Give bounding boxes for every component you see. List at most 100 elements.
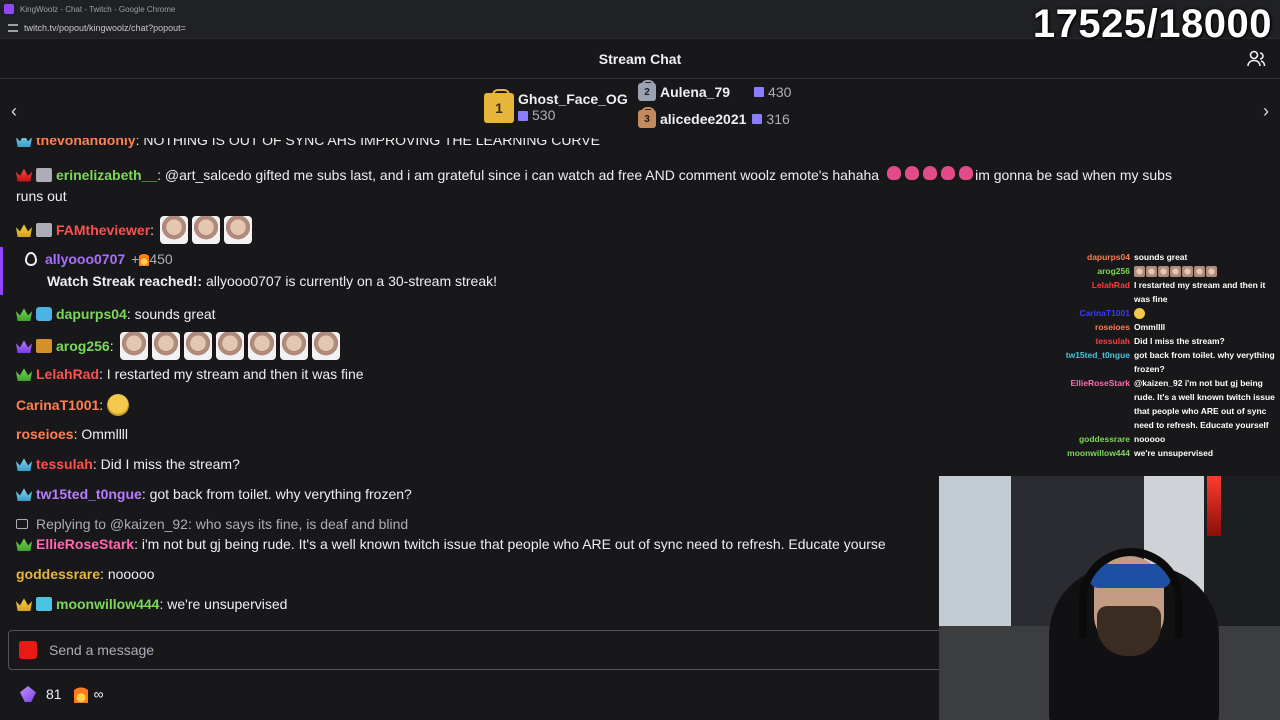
woolz-emote-icon — [1170, 266, 1181, 278]
smile-emote-icon — [107, 394, 130, 416]
chat-username[interactable]: LelahRad — [36, 366, 99, 382]
chat-username[interactable]: tw15ted_t0ngue — [36, 486, 142, 502]
reply-text: Replying to @kaizen_92: who says its fin… — [36, 516, 409, 532]
camera-icon[interactable] — [19, 641, 37, 659]
leaderboard-count: 430 — [768, 84, 792, 100]
site-settings-icon[interactable] — [8, 24, 18, 32]
woolz-emote-icon — [119, 332, 148, 360]
overlay-message: Ommllll — [1134, 322, 1166, 332]
overlay-username: dapurps04 — [1087, 252, 1130, 262]
overlay-message: sounds great — [1134, 252, 1188, 262]
red-light — [1207, 476, 1221, 536]
bits-icon[interactable] — [20, 686, 36, 702]
crown-badge-icon — [16, 458, 32, 471]
overlay-message: got back from toilet. why verything froz… — [1134, 350, 1275, 374]
chat-message-cont: runs out — [16, 188, 67, 204]
chat-message: : I restarted my stream and then it was … — [99, 366, 364, 382]
gift-icon — [754, 87, 765, 97]
crown-badge-icon — [16, 224, 32, 237]
woolz-emote-icon — [183, 332, 212, 360]
chat-message-row: erinelizabeth__ : @art_salcedo gifted me… — [16, 166, 1172, 183]
chat-username[interactable]: dapurps04 — [56, 306, 127, 322]
streak-text: allyooo0707 is currently on a 30-stream … — [202, 273, 498, 289]
gift-badge-icon — [36, 223, 52, 237]
crown-badge-icon — [16, 138, 32, 147]
chat-username[interactable]: goddessrare — [16, 566, 100, 582]
chat-username[interactable]: arog256 — [56, 338, 110, 354]
overlay-row: EllieRoseStark @kaizen_92 i'm not but gj … — [1034, 376, 1280, 432]
overlay-username: tw15ted_t0ngue — [1065, 350, 1130, 360]
woolz-emote-icon — [160, 216, 189, 244]
chat-username[interactable]: roseioes — [16, 426, 74, 442]
twitch-logo-icon — [4, 4, 14, 14]
chat-message: : sounds great — [126, 306, 216, 322]
gift-badge-icon — [36, 597, 52, 611]
reply-context[interactable]: Replying to @kaizen_92: who says its fin… — [16, 516, 408, 532]
chat-message: : — [109, 338, 114, 354]
streak-label: Watch Streak reached!: — [47, 273, 203, 289]
chevron-left-icon[interactable]: ‹ — [4, 101, 24, 121]
overlay-message: nooooo — [1134, 434, 1166, 444]
chat-message-cont: im gonna be sad when my subs — [975, 166, 1172, 183]
overlay-message: I restarted my stream and then it was fi… — [1134, 280, 1266, 304]
streamer-webcam — [939, 476, 1280, 720]
gift-icon — [752, 114, 763, 124]
gift-rank-3-icon: 3 — [638, 107, 656, 128]
chat-message-row: arog256 : — [16, 332, 344, 360]
chat-message-row: EllieRoseStark : i'm not but gj being ru… — [16, 536, 886, 552]
leaderboard-entry-1[interactable]: 1 Ghost_Face_OG 530 — [484, 89, 628, 125]
overlay-username: LelahRad — [1091, 280, 1130, 290]
overlay-row: roseioes Ommllll — [1034, 320, 1280, 334]
woolz-emote-icon — [1158, 266, 1169, 278]
chat-username[interactable]: CarinaT1001 — [16, 397, 99, 413]
crown-badge-icon — [16, 538, 32, 551]
woolz-emote-icon — [1146, 266, 1157, 278]
chat-message-wrap: runs out — [16, 188, 67, 204]
crown-badge-icon — [16, 340, 32, 353]
leaderboard-entry-3[interactable]: 3 alicedee2021 316 — [638, 107, 790, 128]
overlay-row: dapurps04 sounds great — [1034, 250, 1280, 264]
chat-message: : nooooo — [100, 566, 155, 582]
overlay-row: LelahRad I restarted my stream and then i… — [1034, 278, 1280, 306]
heart-emote-icon — [959, 166, 974, 180]
streak-points: 450 — [149, 251, 173, 267]
woolz-emote-icon — [192, 216, 221, 244]
chevron-right-icon[interactable]: › — [1256, 101, 1276, 121]
chat-username[interactable]: thevonandonly — [36, 138, 136, 148]
flame-icon[interactable] — [73, 685, 88, 703]
chat-username[interactable]: tessulah — [36, 456, 93, 472]
chat-message: : Did I miss the stream? — [92, 456, 240, 472]
chat-message-row: dapurps04 : sounds great — [16, 306, 216, 322]
heart-emote-icon — [941, 166, 956, 180]
chat-username[interactable]: allyooo0707 — [45, 251, 125, 267]
woolz-emote-icon — [1206, 266, 1217, 278]
woolz-emote-icon — [151, 332, 180, 360]
chat-username[interactable]: moonwillow444 — [56, 596, 159, 612]
overlay-message: we're unsupervised — [1134, 448, 1214, 458]
leaderboard-name: Aulena_79 — [660, 84, 731, 100]
chat-title: Stream Chat — [598, 50, 682, 67]
gift-rank-1-icon: 1 — [484, 89, 514, 123]
chat-input[interactable] — [47, 641, 851, 659]
crown-badge-icon — [16, 308, 32, 321]
chat-message: : got back from toilet. why verything fr… — [141, 486, 412, 502]
chat-username[interactable]: erinelizabeth__ — [56, 167, 157, 183]
heart-emote-icon — [887, 166, 902, 180]
heart-emote-icon — [905, 166, 920, 180]
infinity-symbol: ∞ — [93, 686, 104, 702]
subscriber-badge-icon — [36, 307, 52, 321]
crown-badge-icon — [16, 488, 32, 501]
flame-icon — [139, 252, 150, 266]
chat-message: : i'm not but gj being rude. It's a well… — [134, 536, 886, 552]
chat-username[interactable]: FAMtheviewer — [56, 222, 150, 238]
overlay-username: EllieRoseStark — [1070, 378, 1130, 388]
community-icon[interactable] — [1246, 49, 1266, 69]
leaderboard-entry-2[interactable]: 2 Aulena_79 430 — [638, 80, 792, 101]
gift-leaderboard: ‹ › 1 Ghost_Face_OG 530 2 Aulena_79 430 … — [0, 79, 1280, 145]
chat-message-row: CarinaT1001 : — [16, 394, 133, 416]
chat-username[interactable]: EllieRoseStark — [36, 536, 134, 552]
crown-badge-icon — [16, 368, 32, 381]
url-text[interactable]: twitch.tv/popout/kingwoolz/chat?popout= — [24, 23, 186, 33]
woolz-emote-icon — [224, 216, 253, 244]
gift-badge-icon — [36, 167, 52, 182]
